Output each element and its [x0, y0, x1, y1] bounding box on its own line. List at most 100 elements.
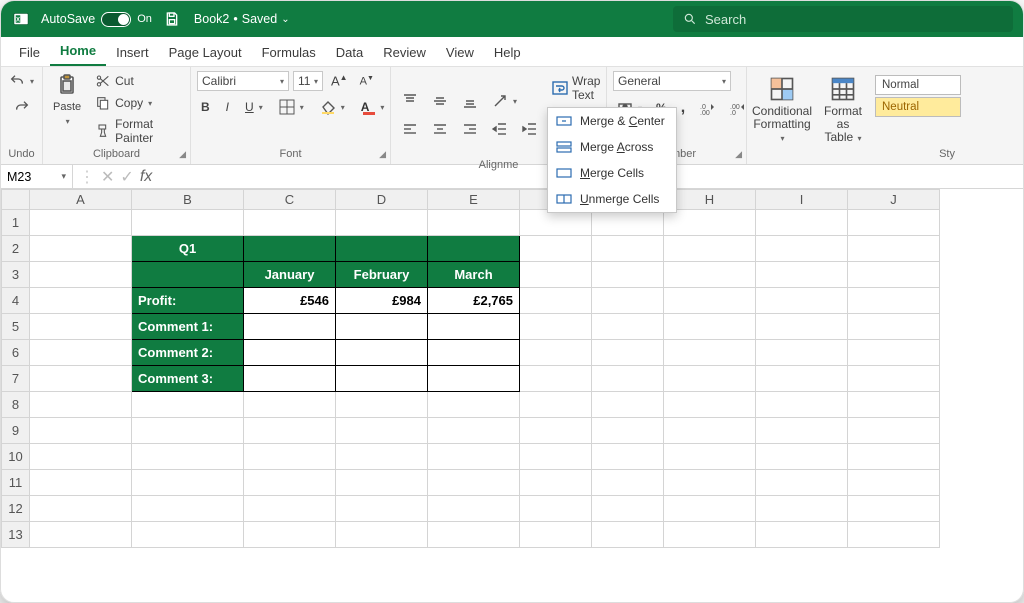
conditional-formatting-button[interactable]: ConditionalFormatting ▾ — [753, 71, 811, 147]
paste-button[interactable]: Paste ▾ — [49, 71, 85, 147]
merge-center-option[interactable]: Merge & Center — [548, 108, 676, 134]
cell[interactable]: March — [428, 262, 520, 288]
cell[interactable]: January — [244, 262, 336, 288]
increase-indent-button[interactable] — [517, 118, 543, 140]
col-header[interactable]: J — [848, 190, 940, 210]
cell[interactable] — [244, 366, 336, 392]
tab-file[interactable]: File — [9, 39, 50, 66]
tab-review[interactable]: Review — [373, 39, 436, 66]
decrease-decimal-button[interactable]: .00.0 — [725, 98, 749, 118]
cell[interactable]: Profit: — [132, 288, 244, 314]
cell-style-normal[interactable]: Normal — [875, 75, 961, 95]
cut-button[interactable]: Cut — [91, 71, 184, 91]
row-header[interactable]: 1 — [2, 210, 30, 236]
cell[interactable] — [336, 314, 428, 340]
italic-button[interactable]: I — [222, 98, 233, 116]
tab-insert[interactable]: Insert — [106, 39, 159, 66]
select-all-corner[interactable] — [2, 190, 30, 210]
redo-button[interactable] — [10, 97, 34, 117]
merge-across-option[interactable]: Merge Across — [548, 134, 676, 160]
tab-help[interactable]: Help — [484, 39, 531, 66]
fx-label[interactable]: fx — [140, 168, 152, 186]
row-header[interactable]: 4 — [2, 288, 30, 314]
row-header[interactable]: 9 — [2, 418, 30, 444]
col-header[interactable]: D — [336, 190, 428, 210]
borders-button[interactable]: ▾ — [275, 97, 308, 117]
unmerge-cells-option[interactable]: Unmerge Cells — [548, 186, 676, 212]
cell[interactable] — [428, 340, 520, 366]
orientation-button[interactable]: ▾ — [487, 90, 522, 112]
tab-view[interactable]: View — [436, 39, 484, 66]
enter-formula-icon[interactable]: ✓ — [120, 167, 133, 187]
cell[interactable] — [244, 340, 336, 366]
document-title[interactable]: Book2 • Saved ⌄ — [194, 12, 290, 26]
align-left-button[interactable] — [397, 118, 423, 140]
name-box[interactable]: M23▾ — [1, 165, 73, 188]
align-middle-button[interactable] — [427, 90, 453, 112]
row-header[interactable]: 3 — [2, 262, 30, 288]
align-right-button[interactable] — [457, 118, 483, 140]
align-center-button[interactable] — [427, 118, 453, 140]
col-header[interactable]: A — [30, 190, 132, 210]
align-top-button[interactable] — [397, 90, 423, 112]
cell-style-neutral[interactable]: Neutral — [875, 97, 961, 117]
font-color-button[interactable]: A▾ — [357, 98, 389, 117]
cancel-formula-icon[interactable]: ✕ — [101, 167, 114, 187]
increase-decimal-button[interactable]: .0.00 — [695, 98, 719, 118]
row-header[interactable]: 2 — [2, 236, 30, 262]
cell[interactable]: February — [336, 262, 428, 288]
row-header[interactable]: 8 — [2, 392, 30, 418]
cell[interactable]: Comment 1: — [132, 314, 244, 340]
row-header[interactable]: 12 — [2, 496, 30, 522]
spreadsheet-grid[interactable]: A B C D E H I J 1 2 Q1 — [1, 189, 1023, 548]
autosave-toggle[interactable]: AutoSave On — [41, 12, 152, 27]
clipboard-launcher[interactable]: ◢ — [179, 149, 186, 160]
tab-home[interactable]: Home — [50, 37, 106, 66]
cell[interactable]: Comment 3: — [132, 366, 244, 392]
merge-cells-option[interactable]: Merge Cells — [548, 160, 676, 186]
cell[interactable] — [428, 366, 520, 392]
row-header[interactable]: 10 — [2, 444, 30, 470]
copy-button[interactable]: Copy▾ — [91, 93, 184, 113]
col-header[interactable]: B — [132, 190, 244, 210]
format-painter-button[interactable]: Format Painter — [91, 115, 184, 147]
row-header[interactable]: 6 — [2, 340, 30, 366]
font-launcher[interactable]: ◢ — [379, 149, 386, 160]
cell[interactable]: £984 — [336, 288, 428, 314]
comma-format-button[interactable]: , — [677, 97, 689, 119]
font-name-dropdown[interactable]: Calibri▾ — [197, 71, 289, 91]
row-header[interactable]: 7 — [2, 366, 30, 392]
decrease-indent-button[interactable] — [487, 118, 513, 140]
tab-data[interactable]: Data — [326, 39, 373, 66]
bold-button[interactable]: B — [197, 98, 214, 116]
tab-formulas[interactable]: Formulas — [252, 39, 326, 66]
number-format-dropdown[interactable]: General▾ — [613, 71, 731, 91]
cell[interactable]: Comment 2: — [132, 340, 244, 366]
col-header[interactable]: I — [756, 190, 848, 210]
col-header[interactable]: H — [664, 190, 756, 210]
cell[interactable] — [336, 236, 428, 262]
font-size-dropdown[interactable]: 11▾ — [293, 71, 323, 91]
cell[interactable]: £2,765 — [428, 288, 520, 314]
number-launcher[interactable]: ◢ — [735, 149, 742, 160]
cell[interactable] — [336, 366, 428, 392]
cell[interactable] — [428, 314, 520, 340]
underline-button[interactable]: U▾ — [241, 98, 267, 116]
decrease-font-button[interactable]: A▼ — [356, 73, 378, 90]
cell[interactable] — [336, 340, 428, 366]
cell[interactable] — [428, 236, 520, 262]
col-header[interactable]: C — [244, 190, 336, 210]
tab-page-layout[interactable]: Page Layout — [159, 39, 252, 66]
cell[interactable] — [244, 236, 336, 262]
row-header[interactable]: 13 — [2, 522, 30, 548]
align-bottom-button[interactable] — [457, 90, 483, 112]
fill-color-button[interactable]: ▾ — [316, 97, 349, 117]
cell[interactable] — [132, 262, 244, 288]
increase-font-button[interactable]: A▲ — [327, 71, 352, 90]
search-input[interactable]: Search — [673, 6, 1013, 32]
cell[interactable]: £546 — [244, 288, 336, 314]
row-header[interactable]: 11 — [2, 470, 30, 496]
col-header[interactable]: E — [428, 190, 520, 210]
undo-button[interactable]: ▾ — [5, 71, 38, 91]
format-as-table-button[interactable]: Format asTable ▾ — [815, 71, 871, 147]
